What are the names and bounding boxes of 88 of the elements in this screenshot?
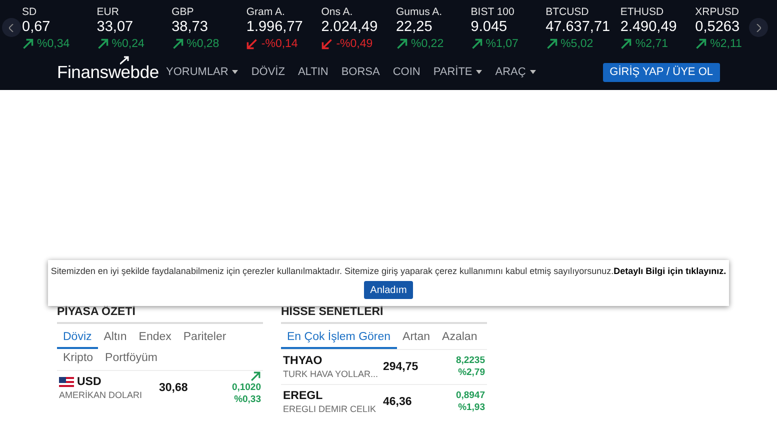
ticker-item[interactable]: EUR 33,07 %0,24: [96, 6, 172, 48]
ticker-change: %2,71: [635, 37, 668, 51]
tab[interactable]: En Çok İşlem Gören: [281, 328, 397, 349]
nav-link[interactable]: YORUMLAR: [166, 66, 238, 78]
ticker-name: BTCUSD: [546, 6, 590, 18]
accept-button[interactable]: Anladım: [364, 281, 413, 299]
ticker-value: 2.490,49: [620, 18, 678, 36]
symbol-name: EREGLI DEMIR CELIK: [283, 404, 378, 414]
ticker-change: %0,22: [410, 37, 444, 51]
change-percent: %2,79: [458, 367, 485, 379]
ticker-name: BIST 100: [470, 6, 516, 18]
ticker-value: 38,73: [172, 18, 209, 36]
caret-icon: [530, 70, 536, 74]
ticker-item[interactable]: Gumus A. 22,25 %0,22: [396, 6, 471, 48]
price: 30,68: [159, 382, 189, 394]
ticker-change: -%0,49: [336, 37, 373, 51]
ticker-value: 33,07: [96, 18, 134, 36]
ticker-name: Gumus A.: [396, 6, 444, 18]
ticker-change: %0,28: [186, 37, 220, 51]
symbol-name: AMERİKAN DOLARI: [59, 390, 144, 400]
ticker-change: %1,07: [486, 37, 518, 51]
ticker-name: Ons A.: [321, 6, 354, 18]
ticker-name: XRPUSD: [695, 6, 740, 18]
ticker-item[interactable]: Ons A. 2.024,49 -%0,49: [321, 6, 396, 48]
ticker-change: %0,24: [112, 37, 144, 51]
ticker-name: SD: [22, 6, 38, 18]
ticker-name: GBP: [172, 6, 195, 18]
ticker-value: 22,25: [396, 18, 434, 36]
ticker-value: 47.637,71: [546, 18, 612, 36]
cookie-notice: Sitemizden en iyi şekilde faydalanabilmeniz için çerezler kullanılmaktadır. Sitemize giriş yaparak çerez kullanımını kabul etmiş sayılıyorsunuz.Detaylı Bilgi için tıklayınız.: [50, 266, 726, 276]
section-title: PİYASA ÖZETİ: [57, 306, 263, 324]
ticker-item[interactable]: BIST 100 9.045 %1,07: [470, 6, 546, 48]
change-percent: %1,93: [458, 402, 485, 414]
tab[interactable]: Kripto: [57, 349, 100, 370]
change-value: 0,1020: [232, 382, 261, 394]
ticker-change: -%0,14: [261, 37, 298, 51]
symbol-code: THYAO: [283, 355, 322, 367]
nav-link[interactable]: ARAÇ: [495, 66, 536, 78]
ticker-value: 0,67: [22, 18, 52, 36]
ticker-name: EUR: [96, 6, 120, 18]
login-button[interactable]: GİRİŞ YAP / ÜYE OL: [602, 62, 720, 82]
nav-link[interactable]: DÖVİZ: [251, 66, 285, 78]
change-value: 8,2235: [456, 355, 485, 367]
ticker-value: 2.024,49: [321, 18, 379, 36]
ticker-value: 9.045: [470, 18, 508, 36]
tab[interactable]: Döviz: [57, 328, 98, 349]
tab[interactable]: Endex: [132, 328, 178, 349]
ticker-item[interactable]: ETHUSD 2.490,49 %2,71: [620, 6, 696, 48]
change-percent: %0,33: [234, 394, 261, 406]
ticker-change: %2,11: [710, 37, 742, 51]
tab[interactable]: Pariteler: [177, 328, 232, 349]
price: 294,75: [383, 361, 420, 373]
flag-icon: [59, 377, 74, 387]
ticker-item[interactable]: Gram A. 1.996,77 -%0,14: [246, 6, 322, 48]
ticker-item[interactable]: SD 0,67 %0,34: [22, 6, 97, 48]
tab[interactable]: Portföyüm: [99, 349, 164, 370]
price: 46,36: [383, 396, 413, 408]
caret-icon: [476, 70, 482, 74]
next-button[interactable]: [749, 18, 768, 37]
ticker-value: 1.996,77: [246, 18, 304, 36]
nav-link[interactable]: BORSA: [341, 66, 380, 78]
ticker-name: Gram A.: [246, 6, 286, 18]
chevron-left-icon: [9, 24, 14, 32]
nav-link[interactable]: ALTIN: [298, 66, 328, 78]
symbol-name: TURK HAVA YOLLAR...: [283, 369, 380, 379]
table-row[interactable]: USD AMERİKAN DOLARI 30,68 0,1020 %0,33: [57, 370, 263, 405]
chevron-right-icon: [756, 24, 761, 32]
section-title: HİSSE SENETLERİ: [281, 306, 487, 324]
previous-button[interactable]: [2, 18, 21, 37]
symbol-code: USD: [77, 376, 102, 388]
nav-link[interactable]: PARİTE: [433, 66, 482, 78]
tab[interactable]: Azalan: [436, 328, 484, 349]
ticker-item[interactable]: BTCUSD 47.637,71 %5,02: [546, 6, 620, 48]
tab[interactable]: Altın: [98, 328, 133, 349]
caret-icon: [232, 70, 238, 74]
ticker-change: %0,34: [37, 37, 70, 51]
nav-link[interactable]: COIN: [392, 66, 420, 78]
ticker-value: 0,5263: [695, 18, 741, 36]
symbol-code: EREGL: [283, 390, 323, 402]
ticker-name: ETHUSD: [620, 6, 665, 18]
ticker-item[interactable]: XRPUSD 0,5263 %2,11: [695, 6, 742, 48]
tab[interactable]: Artan: [396, 328, 436, 349]
ticker-item[interactable]: GBP 38,73 %0,28: [172, 6, 246, 48]
details-link[interactable]: Detaylı Bilgi için tıklayınız.: [614, 266, 726, 276]
ticker-change: %5,02: [560, 37, 594, 51]
arrow-icon: [120, 56, 130, 64]
change-value: 0,8947: [456, 390, 485, 402]
site-logo[interactable]: Finanswebde: [57, 56, 166, 82]
